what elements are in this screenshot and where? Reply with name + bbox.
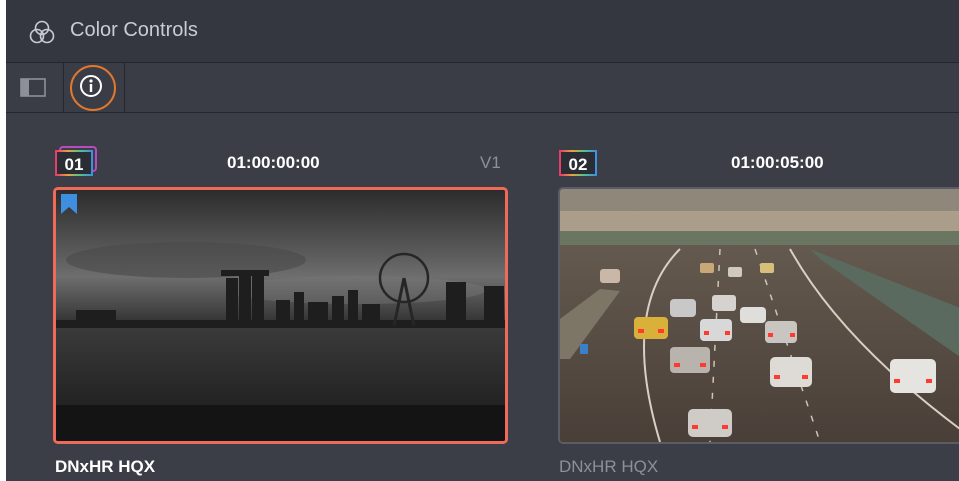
info-icon (80, 75, 102, 97)
clip-thumbnails: 01 01:00:00:00 V1 DNxHR HQX 02 01:00:05:… (6, 113, 959, 481)
clip-thumbnail-image (56, 190, 505, 441)
clip-timecode: 01:00:00:00 (227, 153, 320, 172)
clip-header: 02 01:00:05:00 (559, 150, 959, 180)
clip-number: 02 (559, 150, 597, 176)
clip-thumbnail[interactable] (53, 187, 508, 444)
sidebar-toggle-button[interactable] (6, 63, 64, 112)
clip-timecode: 01:00:05:00 (731, 153, 824, 172)
clip-codec: DNxHR HQX (559, 457, 659, 476)
clip-track: V1 (480, 153, 501, 172)
clip-header: 01 01:00:00:00 V1 (55, 146, 505, 180)
flag-icon (61, 194, 77, 214)
panel-title: Color Controls (70, 19, 198, 41)
color-controls-panel: Color Controls 01 01:00:00:00 V1 DNxHR H… (6, 0, 959, 481)
sidebar-toggle-icon (20, 78, 46, 97)
clip-codec: DNxHR HQX (55, 457, 156, 476)
panel-header: Color Controls (6, 0, 959, 63)
clip-thumbnail-image (560, 189, 959, 442)
clip-thumbnail[interactable] (558, 187, 959, 444)
clip-info-button[interactable] (64, 63, 125, 112)
clip-number: 01 (55, 150, 93, 176)
panel-toolbar (6, 63, 959, 113)
color-circles-icon (29, 20, 55, 44)
